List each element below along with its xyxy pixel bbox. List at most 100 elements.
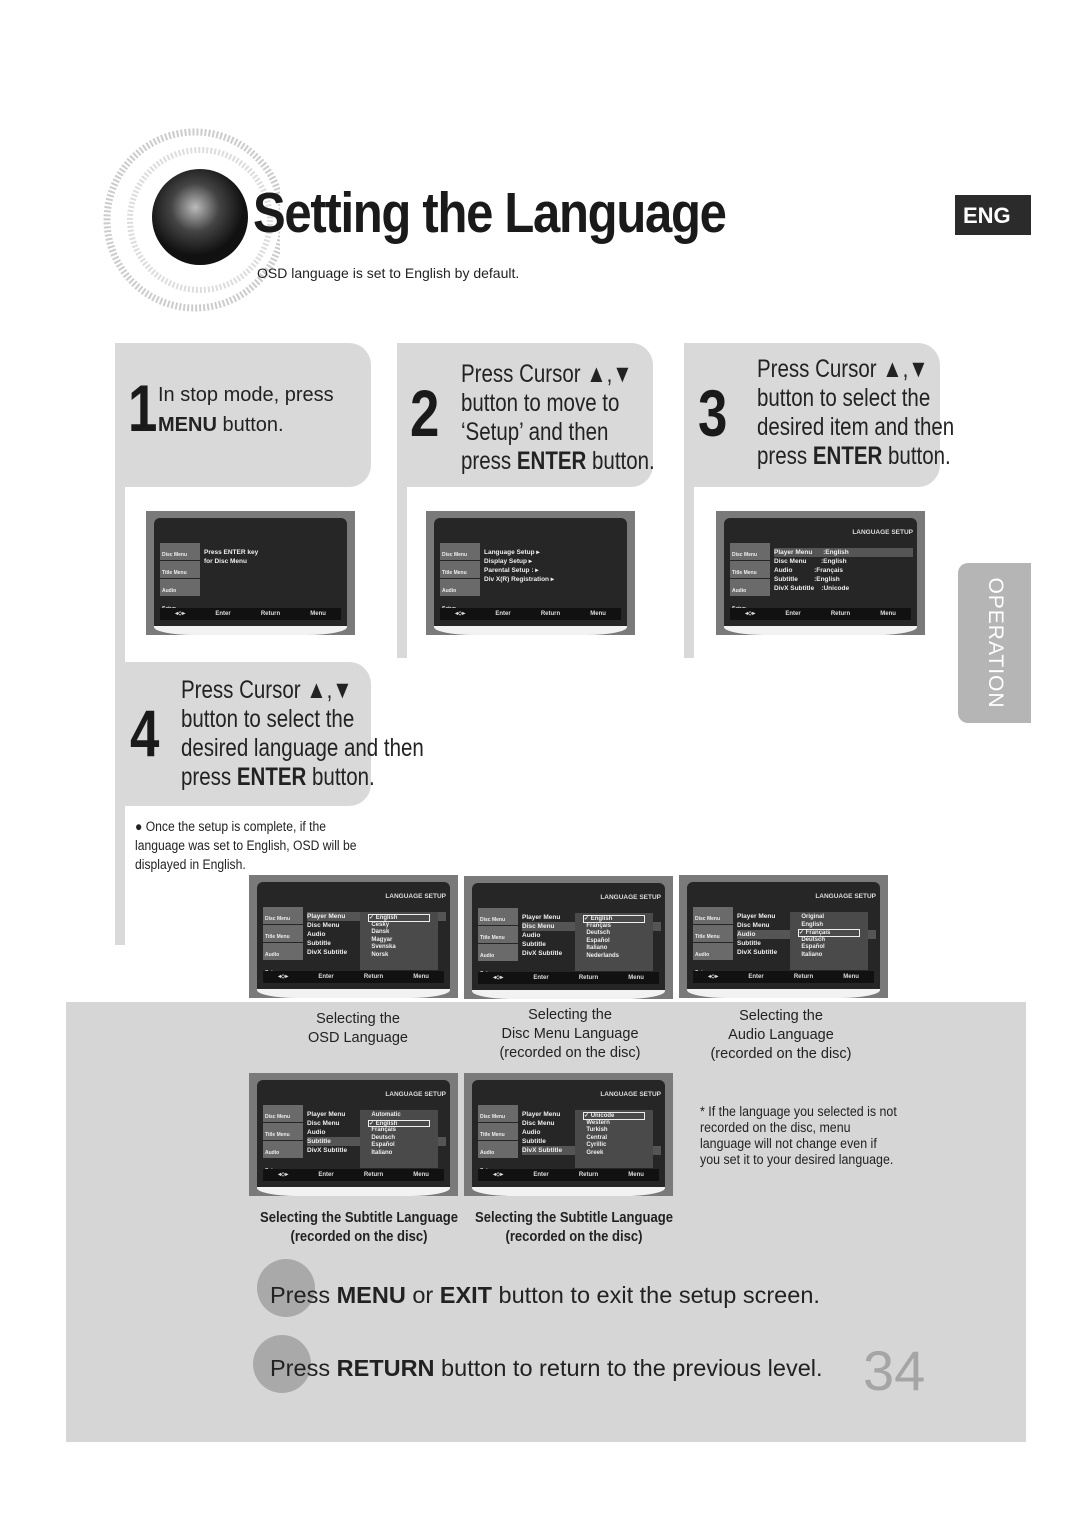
enter-key: ENTER	[236, 763, 307, 791]
osd-option: Norsk	[368, 952, 430, 960]
asterisk-note: * If the language you selected is not re…	[700, 1104, 897, 1167]
step-2-text: Press Cursor ▲,▼ button to move to ‘Setu…	[461, 360, 655, 476]
menu-key: MENU	[158, 414, 217, 436]
osd-option-label: Nederlands	[586, 952, 620, 959]
osd-screenshot: LANGUAGE SETUP Disc MenuTitle MenuAudioSe…	[249, 875, 458, 998]
osd-option-label: Dansk	[371, 929, 390, 936]
osd-screen: LANGUAGE SETUP Disc MenuTitle MenuAudioSe…	[472, 883, 665, 999]
osd-option-label: Unicode	[590, 1113, 615, 1119]
osd-menu-row: Audio :Français	[774, 567, 843, 574]
osd-side-item: Title Menu	[730, 561, 770, 578]
osd-footer-item: ◂⬦▸	[493, 1172, 504, 1178]
step-text-line: press	[757, 442, 813, 470]
osd-option: Turkish	[583, 1127, 645, 1135]
osd-screen: LANGUAGE SETUP Disc MenuTitle MenuAudioSe…	[257, 882, 450, 998]
osd-footer-item: Menu	[628, 1172, 644, 1178]
osd-option: ✓ English	[368, 914, 430, 922]
page-number: 34	[863, 1339, 926, 1402]
osd-option: Central	[583, 1135, 645, 1143]
osd-header: LANGUAGE SETUP	[600, 1091, 661, 1098]
osd-screen: LANGUAGE SETUP Disc MenuTitle MenuAudioSe…	[472, 1080, 665, 1196]
instruction-text: or	[405, 1282, 440, 1308]
osd-option: Italiano	[583, 945, 645, 953]
osd-option-label: Norsk	[371, 951, 389, 958]
osd-footer-item: ◂⬦▸	[708, 974, 719, 980]
osd-option-label: Français	[371, 1127, 397, 1134]
osd-side-item: Title Menu	[440, 561, 480, 578]
osd-option: Español	[798, 944, 860, 952]
osd-footer-item: Menu	[310, 611, 326, 617]
osd-option-label: English	[801, 921, 824, 928]
osd-options-list: ✓ English Français Deutsch Español Itali…	[575, 913, 653, 971]
osd-option-label: Français	[805, 930, 831, 937]
osd-footer: ◂⬦▸ Enter Return Menu	[693, 971, 874, 983]
caption-subtitle-language: Selecting the Subtitle Language (recorded…	[256, 1209, 463, 1247]
osd-menu-row: Display Setup ▸	[484, 558, 533, 565]
osd-side-item: Disc Menu	[478, 908, 518, 925]
step-text-line: desired language and then	[181, 734, 424, 762]
osd-side-item: Audio	[730, 579, 770, 596]
osd-screen: LANGUAGE SETUP Disc MenuTitle MenuAudioSe…	[687, 882, 880, 998]
osd-option-label: Western	[586, 1119, 610, 1126]
menu-key: MENU	[336, 1282, 406, 1308]
osd-sidebar: Disc MenuTitle MenuAudioSetup	[478, 908, 518, 980]
osd-footer: ◂⬦▸ Enter Return Menu	[478, 1169, 659, 1181]
enter-key: ENTER	[812, 442, 883, 470]
osd-menu-row: Language Setup ▸	[484, 549, 540, 556]
osd-side-item: Audio	[478, 944, 518, 961]
osd-side-item: Audio	[263, 943, 303, 960]
osd-option-label: Italiano	[586, 945, 608, 952]
osd-menu-row: Subtitle :English	[774, 576, 840, 583]
caption-line: Selecting the Subtitle Language	[475, 1210, 673, 1226]
instruction-text: button to return to the previous level.	[434, 1355, 823, 1381]
osd-footer: ◂⬦▸ Enter Return Menu	[478, 972, 659, 984]
osd-option-label: Español	[371, 1142, 395, 1149]
caption-line: Selecting the Subtitle Language	[260, 1210, 458, 1226]
osd-screenshot: LANGUAGE SETUP Disc MenuTitle MenuAudioSe…	[249, 1073, 458, 1196]
enter-key: ENTER	[516, 447, 587, 475]
osd-footer-item: Menu	[413, 1172, 429, 1178]
osd-option: ✓ Français	[798, 929, 860, 937]
osd-option: Deutsch	[583, 930, 645, 938]
osd-option-label: Greek	[586, 1149, 604, 1156]
osd-side-item: Disc Menu	[730, 543, 770, 560]
page-subtitle: OSD language is set to English by defaul…	[257, 265, 520, 281]
osd-option-label: Deutsch	[586, 930, 611, 937]
osd-screenshot: Disc MenuTitle MenuAudioSetupPress ENTER…	[146, 511, 355, 635]
osd-footer-item: ◂⬦▸	[175, 611, 186, 617]
osd-option: Cyrillic	[583, 1142, 645, 1150]
osd-footer-item: Return	[578, 975, 599, 981]
section-tab-label: OPERATION	[983, 577, 1007, 709]
osd-sidebar: Disc MenuTitle MenuAudioSetup	[693, 907, 733, 979]
osd-option: Magyar	[368, 937, 430, 945]
caption-line: Disc Menu Language	[501, 1026, 639, 1042]
osd-footer-item: Return	[540, 611, 561, 617]
osd-side-item: Audio	[160, 579, 200, 596]
osd-footer-item: Enter	[318, 974, 334, 980]
osd-menu-row: Player Menu :English	[774, 548, 913, 557]
osd-screen: LANGUAGE SETUP Disc MenuTitle MenuAudioSe…	[724, 518, 917, 635]
osd-option-label: Deutsch	[371, 1134, 396, 1141]
step-4-note: ● Once the setup is complete, if the lan…	[135, 819, 357, 872]
osd-footer-item: Enter	[533, 1172, 549, 1178]
osd-option-label: Magyar	[371, 936, 393, 943]
osd-sidebar: Disc MenuTitle MenuAudioSetup	[263, 1105, 303, 1177]
step-3-text: Press Cursor ▲,▼ button to select the de…	[757, 355, 954, 471]
osd-footer-item: Enter	[318, 1172, 334, 1178]
step-text-line: In stop mode, press	[158, 384, 334, 406]
osd-screenshot: LANGUAGE SETUP Disc MenuTitle MenuAudioSe…	[464, 876, 673, 999]
osd-footer-item: Menu	[413, 974, 429, 980]
osd-footer-item: ◂⬦▸	[745, 611, 756, 617]
step-text-line: button to move to	[461, 389, 620, 417]
osd-sidebar: Disc MenuTitle MenuAudioSetup	[478, 1105, 518, 1177]
caption-line: (recorded on the disc)	[710, 1046, 852, 1062]
page-title: Setting the Language	[253, 181, 727, 245]
osd-menu: Language Setup ▸ Display Setup ▸ Parental …	[484, 548, 623, 584]
step-number: 1	[128, 371, 158, 445]
instruction-text: Press	[270, 1355, 337, 1381]
step-text-line: button.	[306, 763, 375, 791]
osd-side-item: Title Menu	[478, 1123, 518, 1140]
osd-option: English	[798, 922, 860, 930]
osd-screenshot: Disc MenuTitle MenuAudioSetupLanguage Se…	[426, 511, 635, 635]
osd-menu-row: DivX Subtitle :Unicode	[774, 585, 850, 592]
